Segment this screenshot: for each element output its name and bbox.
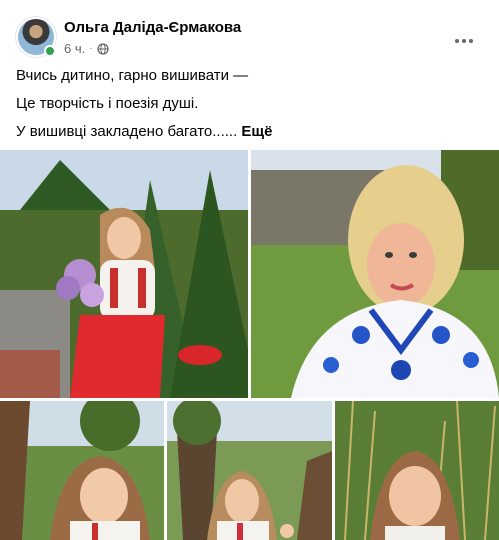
post-text-line: У вишивці закладено багато...... Ещё [16,122,272,142]
post-text-line: Це творчість і поезія душі. [16,95,199,112]
photo-girl-tree-center[interactable] [167,401,332,540]
more-options-button[interactable] [446,22,482,58]
more-horizontal-icon [454,31,474,49]
photo-girl-with-lilac[interactable] [0,150,248,398]
post-meta: 6 ч. · [64,41,109,56]
author-name[interactable]: Ольга Даліда-Єрмакова [64,19,241,36]
post-text-line: Вчись дитино, гарно вишивати — [16,67,249,84]
post-text-line-content: У вишивці закладено багато...... [16,123,238,140]
globe-icon[interactable] [96,42,109,55]
post-time[interactable]: 6 ч. [64,41,85,56]
see-more-link[interactable]: Ещё [241,123,272,140]
meta-separator: · [89,43,93,54]
online-status-dot [44,45,56,57]
photo-woman-selfie[interactable] [251,150,499,398]
photo-girl-tree-left[interactable] [0,401,164,540]
photo-girl-grass[interactable] [335,401,499,540]
photo-grid [0,150,499,540]
post-header: Ольга Даліда-Єрмакова 6 ч. · [0,0,499,66]
